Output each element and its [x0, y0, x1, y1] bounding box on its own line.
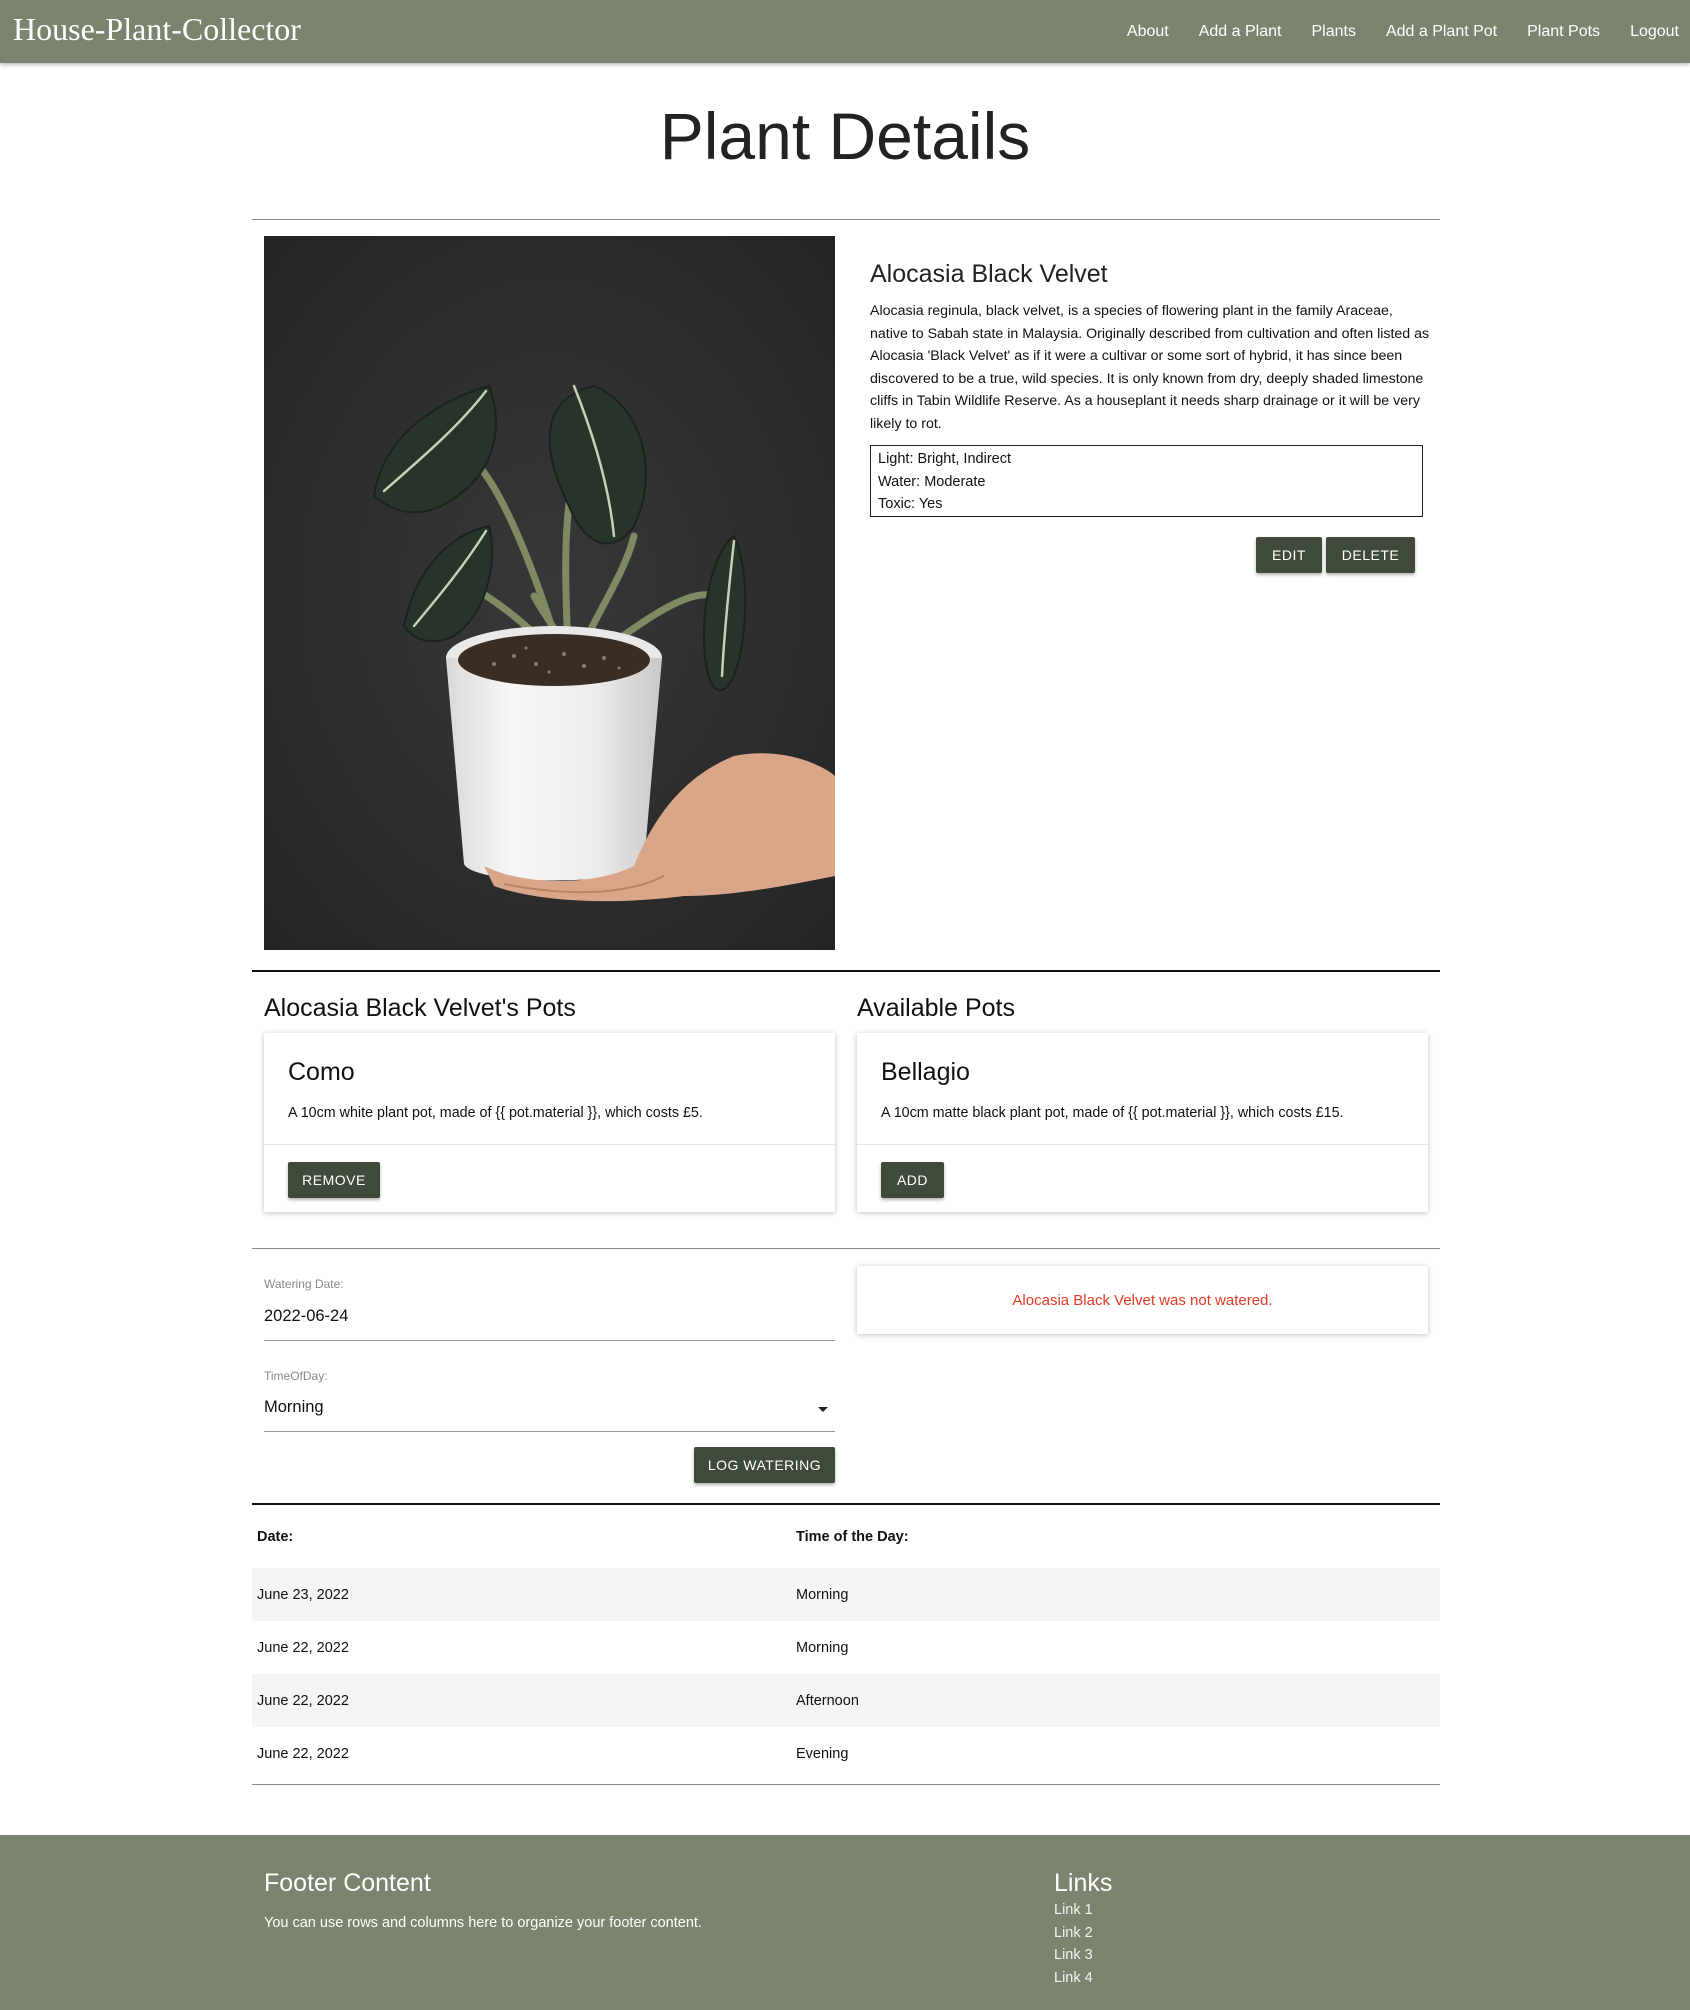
- column-header-date: Date:: [257, 1529, 294, 1545]
- pot-description: A 10cm matte black plant pot, made of {{…: [881, 1105, 1344, 1121]
- plant-pots-heading: Alocasia Black Velvet's Pots: [264, 994, 576, 1022]
- watering-status-card: Alocasia Black Velvet was not watered.: [857, 1266, 1428, 1334]
- table-row: June 23, 2022 Morning: [252, 1568, 1440, 1621]
- column-header-time: Time of the Day:: [796, 1529, 909, 1545]
- divider: [252, 1784, 1440, 1785]
- footer-links-heading: Links: [1054, 1869, 1113, 1897]
- log-time: Morning: [796, 1639, 849, 1656]
- log-date: June 22, 2022: [257, 1639, 349, 1656]
- time-of-day-select[interactable]: Morning: [264, 1398, 324, 1417]
- time-of-day-label: TimeOfDay:: [264, 1369, 328, 1383]
- footer-link[interactable]: Link 3: [1054, 1944, 1093, 1967]
- nav-link-logout[interactable]: Logout: [1615, 23, 1679, 41]
- care-toxic: Toxic: Yes: [878, 496, 943, 512]
- care-water: Water: Moderate: [878, 473, 986, 490]
- watering-status-message: Alocasia Black Velvet was not watered.: [1012, 1292, 1273, 1309]
- log-date: June 22, 2022: [257, 1745, 349, 1762]
- plant-description: Alocasia reginula, black velvet, is a sp…: [870, 303, 1430, 432]
- log-time: Morning: [796, 1586, 849, 1603]
- watering-date-input[interactable]: 2022-06-24: [264, 1307, 348, 1326]
- log-time: Afternoon: [796, 1692, 859, 1709]
- log-date: June 22, 2022: [257, 1692, 349, 1709]
- log-watering-button[interactable]: LOG WATERING: [694, 1447, 835, 1483]
- divider: [252, 1248, 1440, 1249]
- pot-card-assigned: Como A 10cm white plant pot, made of {{ …: [264, 1033, 835, 1212]
- divider: [252, 1503, 1440, 1505]
- footer-link[interactable]: Link 4: [1054, 1967, 1093, 1990]
- watering-date-label: Watering Date:: [264, 1277, 344, 1291]
- footer-link[interactable]: Link 2: [1054, 1922, 1093, 1945]
- nav-link-about[interactable]: About: [1112, 23, 1184, 41]
- divider: [252, 219, 1440, 220]
- add-pot-button[interactable]: ADD: [881, 1162, 944, 1198]
- pot-card-available: Bellagio A 10cm matte black plant pot, m…: [857, 1033, 1428, 1212]
- chevron-down-icon[interactable]: [818, 1407, 828, 1412]
- divider: [252, 970, 1440, 972]
- plant-photo: [264, 236, 835, 950]
- brand-logo[interactable]: House-Plant-Collector: [13, 11, 301, 48]
- pot-name: Bellagio: [881, 1058, 970, 1086]
- pot-description: A 10cm white plant pot, made of {{ pot.m…: [288, 1105, 703, 1121]
- footer-links: Link 1 Link 2 Link 3 Link 4: [1054, 1899, 1093, 1989]
- pot-name: Como: [288, 1058, 355, 1086]
- plant-illustration: [264, 236, 835, 950]
- nav-link-add-plant[interactable]: Add a Plant: [1184, 23, 1297, 41]
- log-date: June 23, 2022: [257, 1586, 349, 1603]
- select-underline: [264, 1431, 835, 1432]
- table-row: June 22, 2022 Morning: [252, 1621, 1440, 1674]
- delete-button[interactable]: DELETE: [1326, 537, 1415, 573]
- nav-link-plants[interactable]: Plants: [1296, 23, 1370, 41]
- footer-heading: Footer Content: [264, 1869, 431, 1897]
- card-divider: [857, 1144, 1428, 1145]
- page-title: Plant Details: [659, 99, 1031, 173]
- footer-text: You can use rows and columns here to org…: [264, 1915, 702, 1931]
- log-time: Evening: [796, 1745, 849, 1762]
- care-light: Light: Bright, Indirect: [878, 451, 1011, 467]
- card-divider: [264, 1144, 835, 1145]
- table-row: June 22, 2022 Afternoon: [252, 1674, 1440, 1727]
- plant-name: Alocasia Black Velvet: [870, 260, 1108, 288]
- edit-button[interactable]: EDIT: [1256, 537, 1322, 573]
- available-pots-heading: Available Pots: [857, 994, 1015, 1022]
- care-info-box: Light: Bright, Indirect Water: Moderate …: [870, 445, 1423, 517]
- navbar: House-Plant-Collector About Add a Plant …: [0, 0, 1690, 63]
- nav-link-add-plant-pot[interactable]: Add a Plant Pot: [1371, 23, 1512, 41]
- nav-link-plant-pots[interactable]: Plant Pots: [1512, 23, 1615, 41]
- table-header-row: Date: Time of the Day:: [252, 1506, 1440, 1568]
- nav-links: About Add a Plant Plants Add a Plant Pot…: [1112, 0, 1679, 63]
- table-row: June 22, 2022 Evening: [252, 1727, 1440, 1780]
- footer: Footer Content You can use rows and colu…: [0, 1835, 1690, 2010]
- footer-link[interactable]: Link 1: [1054, 1899, 1093, 1922]
- remove-pot-button[interactable]: REMOVE: [288, 1162, 380, 1198]
- date-underline: [264, 1340, 835, 1341]
- watering-log-table: Date: Time of the Day: June 23, 2022 Mor…: [252, 1506, 1440, 1780]
